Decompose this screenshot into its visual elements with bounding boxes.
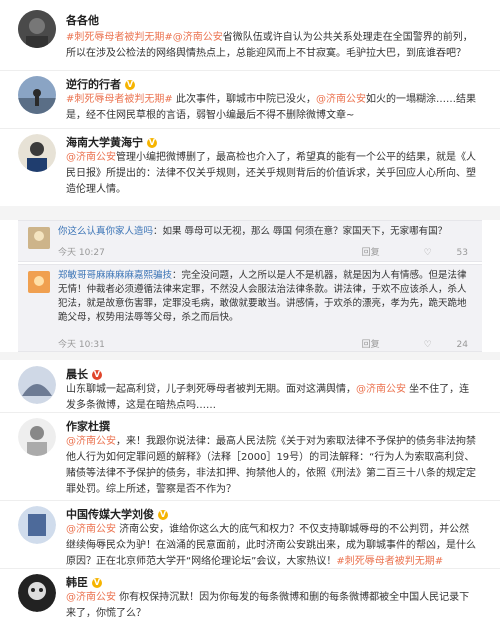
- hashtag-link[interactable]: #刺死辱母者被判无期#: [336, 556, 443, 567]
- user-name[interactable]: 各各他: [66, 12, 99, 28]
- user-avatar[interactable]: [18, 574, 56, 612]
- like-icon: ♡: [423, 248, 435, 258]
- verified-badge-icon: V: [92, 370, 102, 380]
- post-text: @济南公安 你有权保持沉默！因为你每发的每条微博和删的每条微博都被全中国人民记录…: [66, 592, 470, 619]
- comment-card: 你这么认真你家人造吗：如果 辱母可以无视，那么 辱国 何须在意？家国天下，无家哪…: [18, 220, 482, 262]
- verified-badge-icon: V: [147, 138, 157, 148]
- mention-link[interactable]: @济南公安: [66, 152, 116, 163]
- user-avatar[interactable]: [18, 366, 56, 404]
- commenter-name[interactable]: 郑敏哥哥麻麻麻麻嘉熙骗技: [58, 270, 172, 281]
- comment-time: 今天 10:31: [58, 340, 105, 350]
- weibo-post: 韩臣 V @济南公安 你有权保持沉默！因为你每发的每条微博和删的每条微博都被全中国…: [0, 568, 500, 636]
- comment-card: 郑敏哥哥麻麻麻麻嘉熙骗技：完全没问题，人之所以是人不是机器，就是因为人有情感。但…: [18, 264, 482, 352]
- mention-link[interactable]: @济南公安: [66, 436, 116, 447]
- comment-meta: 今天 10:31 回复 ♡ 24: [58, 337, 468, 350]
- comment-text: 你这么认真你家人造吗：如果 辱母可以无视，那么 辱国 何须在意？家国天下，无家哪…: [58, 226, 448, 237]
- weibo-post: 逆行的行者 V #刺死辱母者被判无期# 此次事件，聊城市中院已没火，@济南公安如火…: [0, 70, 500, 128]
- weibo-post: 各各他 #刺死辱母者被判无期#@济南公安省微队伍或许自认为公共关系处理走在全国警…: [0, 0, 500, 70]
- commenter-name[interactable]: 你这么认真你家人造吗: [58, 226, 153, 237]
- hashtag-link[interactable]: #刺死辱母者被判无期#: [66, 32, 173, 43]
- post-text: #刺死辱母者被判无期# 此次事件，聊城市中院已没火，@济南公安如火的一塌糊涂………: [66, 94, 476, 121]
- post-text: @济南公安，来！我跟你说法律：最高人民法院《关于对为索取法律不予保护的债务非法拘…: [66, 436, 476, 495]
- like-icon: ♡: [423, 340, 435, 350]
- mention-link[interactable]: @济南公安: [66, 592, 116, 603]
- user-avatar[interactable]: [18, 506, 56, 544]
- user-name[interactable]: 韩臣 V: [66, 574, 102, 590]
- user-avatar[interactable]: [18, 10, 56, 48]
- comment-text: 郑敏哥哥麻麻麻麻嘉熙骗技：完全没问题，人之所以是人不是机器，就是因为人有情感。但…: [58, 270, 467, 323]
- post-text: #刺死辱母者被判无期#@济南公安省微队伍或许自认为公共关系处理走在全国警界的前列…: [66, 32, 473, 59]
- user-name[interactable]: 逆行的行者 V: [66, 76, 135, 92]
- mention-link[interactable]: @济南公安: [173, 32, 223, 43]
- verified-badge-icon: V: [92, 578, 102, 588]
- post-text: @济南公安管理小编把微博删了，最高检也介入了，希望真的能有一个公平的结果，就是《…: [66, 152, 476, 195]
- weibo-post: 作家杜撰 @济南公安，来！我跟你说法律：最高人民法院《关于对为索取法律不予保护的…: [0, 412, 500, 500]
- weibo-post: 中国传媒大学刘俊 V @济南公安 济南公安，谁给你这么大的底气和权力？不仅支持聊城…: [0, 500, 500, 568]
- post-text: 山东聊城一起高利贷，儿子刺死辱母者被判无期。面对这满舆情，@济南公安 坐不住了，…: [66, 384, 470, 411]
- hashtag-link[interactable]: #刺死辱母者被判无期#: [66, 94, 173, 105]
- commenter-avatar[interactable]: [28, 227, 50, 249]
- like-button[interactable]: ♡ 24: [402, 340, 468, 350]
- weibo-post: 海南大学黄海宁 V @济南公安管理小编把微博删了，最高检也介入了，希望真的能有一个…: [0, 128, 500, 206]
- user-name[interactable]: 晨长 V: [66, 366, 102, 382]
- user-avatar[interactable]: [18, 134, 56, 172]
- verified-badge-icon: V: [125, 80, 135, 90]
- user-name[interactable]: 作家杜撰: [66, 418, 110, 434]
- reply-button[interactable]: 回复: [362, 340, 380, 350]
- comment-time: 今天 10:27: [58, 248, 105, 258]
- post-text: @济南公安 济南公安，谁给你这么大的底气和权力？不仅支持聊城辱母的不公判罚，并公…: [66, 524, 476, 567]
- like-button[interactable]: ♡ 53: [402, 248, 468, 258]
- reply-button[interactable]: 回复: [362, 248, 380, 258]
- weibo-post: 晨长 V 山东聊城一起高利贷，儿子刺死辱母者被判无期。面对这满舆情，@济南公安 坐…: [0, 360, 500, 412]
- section-gap: [0, 352, 500, 360]
- verified-badge-icon: V: [158, 510, 168, 520]
- mention-link[interactable]: @济南公安: [66, 524, 116, 535]
- mention-link[interactable]: @济南公安: [356, 384, 406, 395]
- user-avatar[interactable]: [18, 76, 56, 114]
- section-gap: [0, 206, 500, 220]
- comment-meta: 今天 10:27 回复 ♡ 53: [58, 245, 468, 258]
- mention-link[interactable]: @济南公安: [316, 94, 366, 105]
- user-name[interactable]: 海南大学黄海宁 V: [66, 134, 157, 150]
- commenter-avatar[interactable]: [28, 271, 50, 293]
- user-avatar[interactable]: [18, 418, 56, 456]
- user-name[interactable]: 中国传媒大学刘俊 V: [66, 506, 168, 522]
